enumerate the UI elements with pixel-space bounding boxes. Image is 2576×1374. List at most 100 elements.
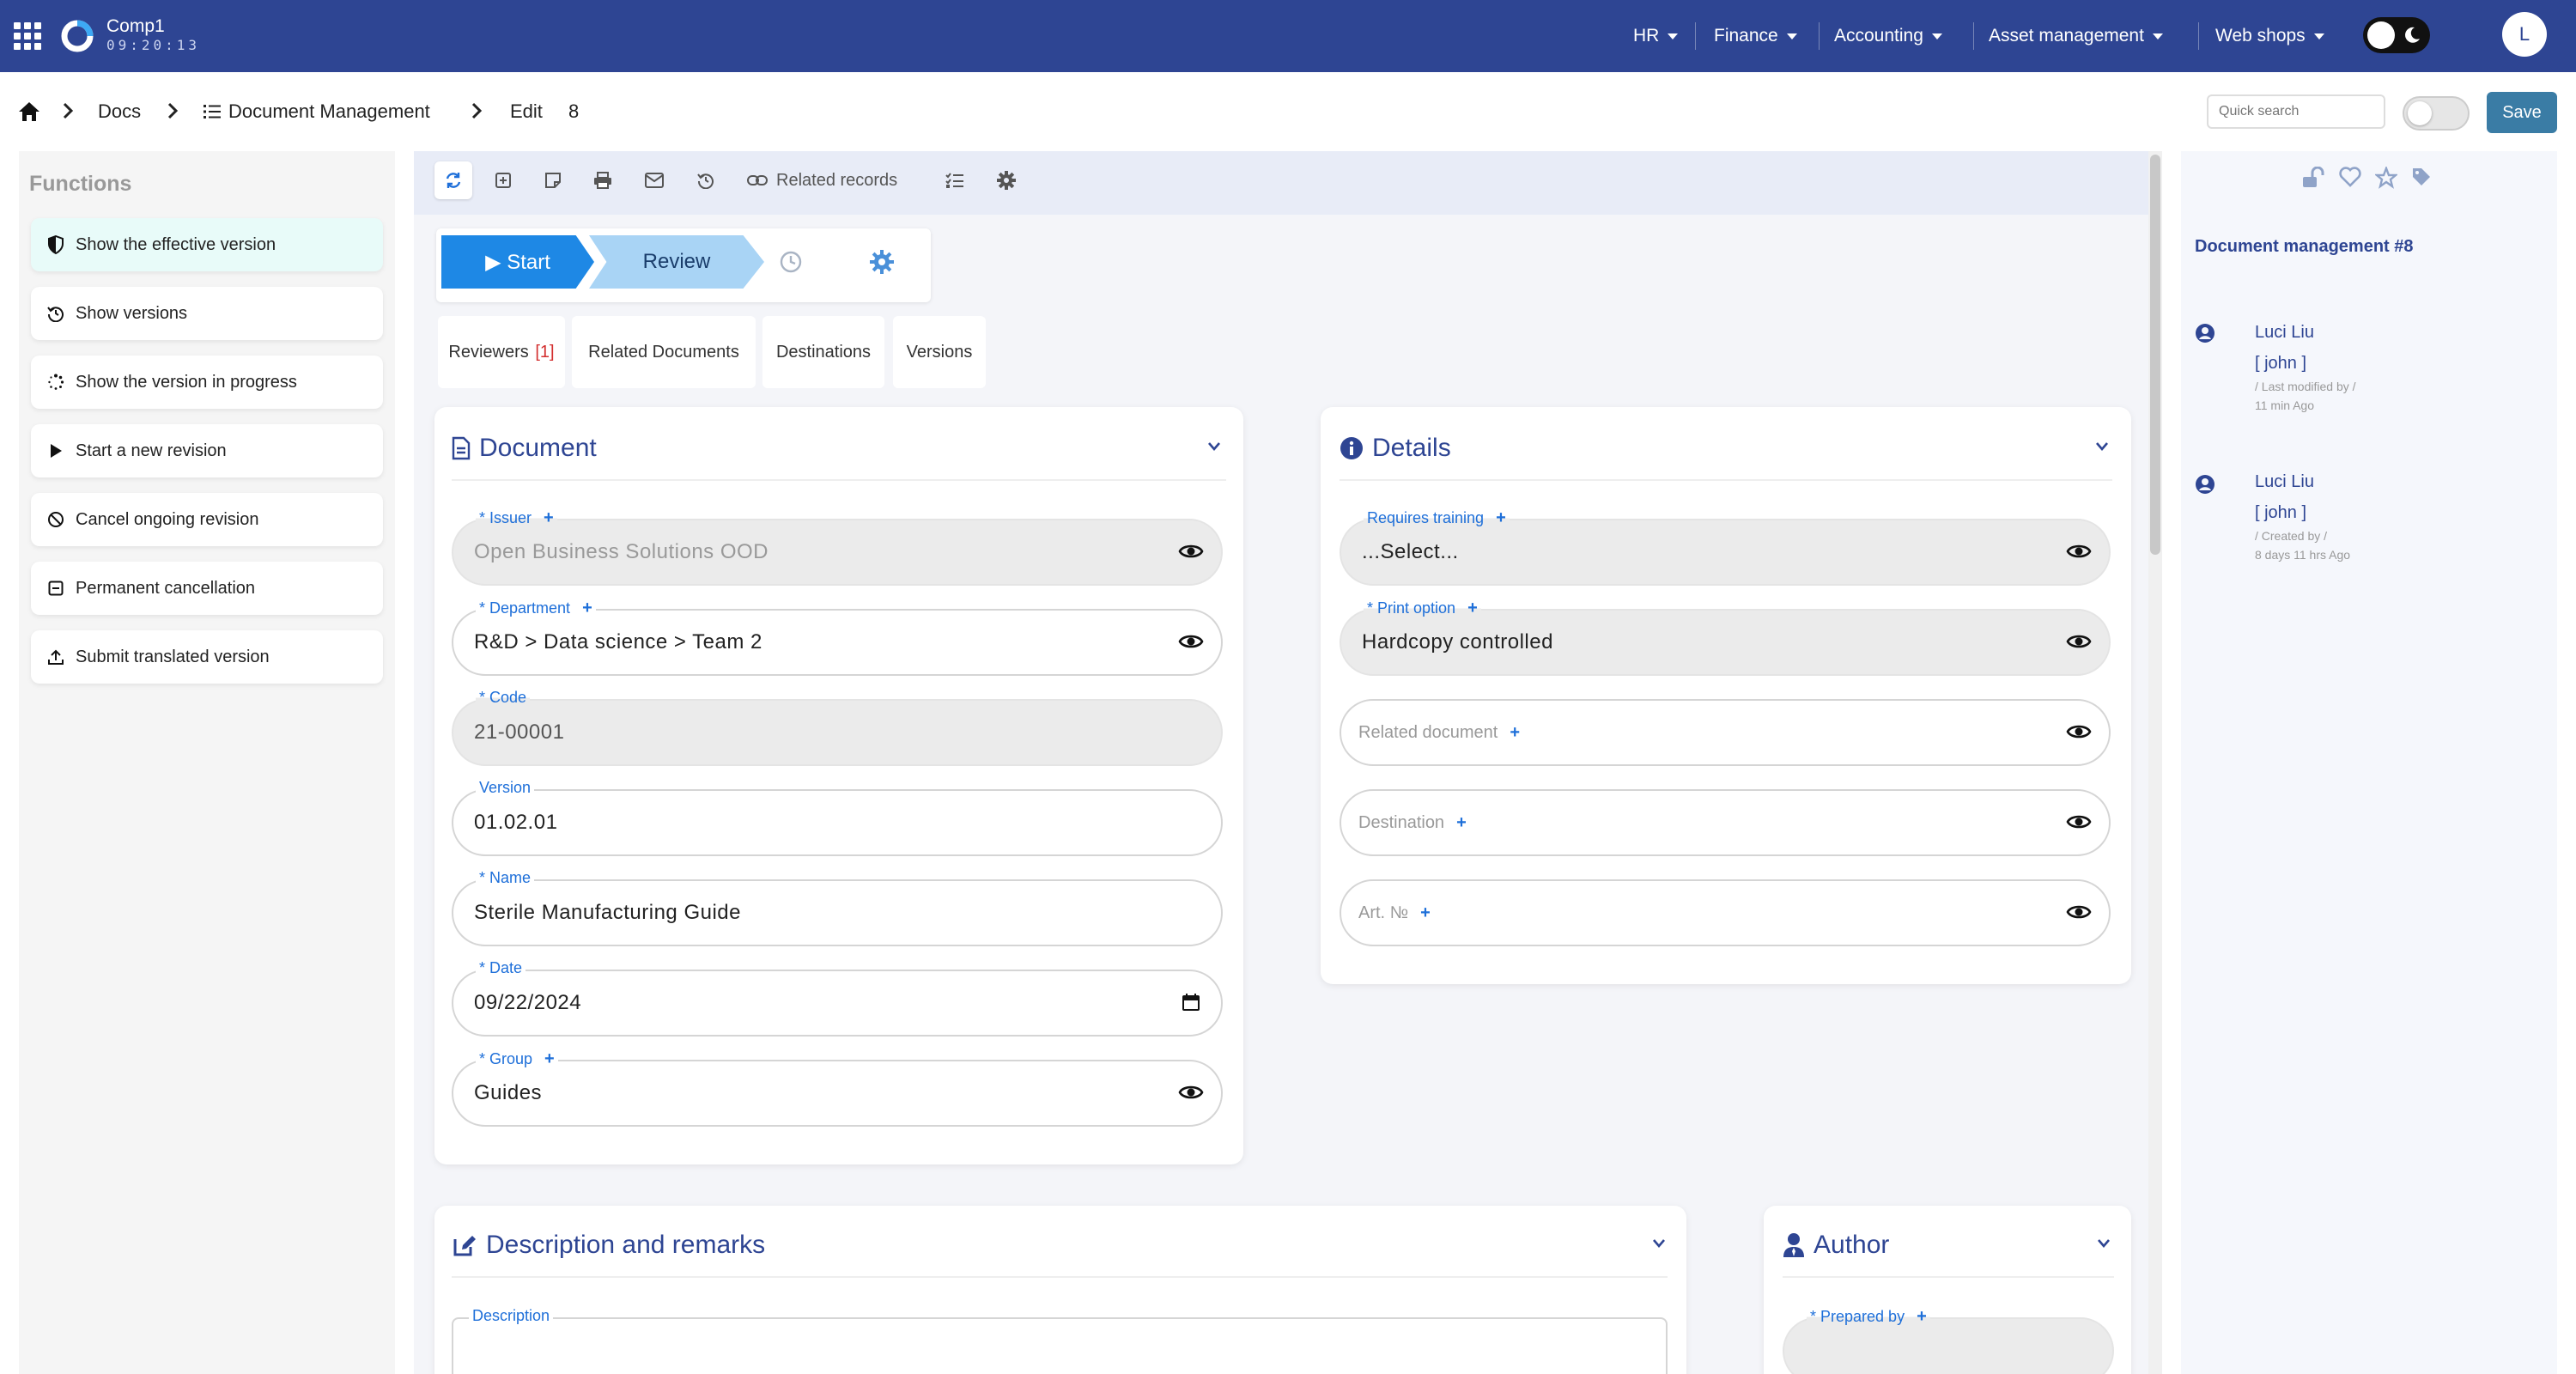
note-icon[interactable] xyxy=(534,161,572,199)
name-value: Sterile Manufacturing Guide xyxy=(474,901,741,924)
eye-icon[interactable] xyxy=(2066,903,2092,921)
quick-search-input[interactable] xyxy=(2207,94,2385,129)
activity-user[interactable]: Luci Liu xyxy=(2255,472,2314,492)
add-prepared-by-icon[interactable]: + xyxy=(1917,1307,1927,1327)
group-field[interactable]: * Group + Guides xyxy=(452,1049,1223,1127)
menu-label: Web shops xyxy=(2215,26,2306,46)
workflow-gear-icon[interactable] xyxy=(867,247,896,277)
activity-user[interactable]: Luci Liu xyxy=(2255,323,2314,343)
version-field[interactable]: Version 01.02.01 xyxy=(452,779,1223,856)
print-icon[interactable] xyxy=(584,161,622,199)
tab-reviewers[interactable]: Reviewers [1] xyxy=(438,316,565,388)
dark-mode-toggle[interactable] xyxy=(2363,17,2430,53)
chevron-right-icon xyxy=(471,102,483,119)
refresh-icon[interactable] xyxy=(434,161,472,199)
eye-icon[interactable] xyxy=(2066,632,2092,651)
submit-translated-version-button[interactable]: Submit translated version xyxy=(31,630,383,684)
activity-action: / Last modified by / xyxy=(2255,380,2356,393)
print-option-select[interactable]: * Print option + Hardcopy controlled xyxy=(1340,599,2111,676)
menu-hr[interactable]: HR xyxy=(1618,0,1693,72)
caret-down-icon xyxy=(1668,33,1679,40)
description-textarea[interactable]: Description xyxy=(452,1307,1668,1374)
related-document-field[interactable]: Related document + xyxy=(1340,699,2111,766)
add-related-document-icon[interactable]: + xyxy=(1510,723,1520,743)
heart-icon[interactable] xyxy=(2339,167,2361,187)
name-field[interactable]: * Name Sterile Manufacturing Guide xyxy=(452,869,1223,946)
date-value: 09/22/2024 xyxy=(474,991,582,1014)
workflow-step-start[interactable]: ▶ Start xyxy=(441,235,594,289)
workflow-step-review[interactable]: Review xyxy=(589,235,764,289)
permanent-cancellation-button[interactable]: Permanent cancellation xyxy=(31,562,383,615)
add-destination-icon[interactable]: + xyxy=(1456,813,1467,833)
tab-related-documents[interactable]: Related Documents xyxy=(572,316,756,388)
related-records-button[interactable]: Related records xyxy=(747,161,897,199)
tab-versions[interactable]: Versions xyxy=(893,316,986,388)
eye-icon[interactable] xyxy=(2066,812,2092,831)
eye-icon[interactable] xyxy=(1178,632,1204,651)
show-versions-button[interactable]: Show versions xyxy=(31,287,383,340)
menu-finance[interactable]: Finance xyxy=(1698,0,1813,72)
eye-icon[interactable] xyxy=(1178,1083,1204,1102)
prepared-by-label: * Prepared by + xyxy=(1807,1307,1930,1327)
art-no-field[interactable]: Art. № + xyxy=(1340,879,2111,946)
tag-icon[interactable] xyxy=(2411,167,2432,187)
calendar-icon[interactable] xyxy=(1182,993,1200,1012)
chevron-down-icon[interactable] xyxy=(1207,441,1221,452)
activity-handle[interactable]: [ john ] xyxy=(2255,503,2306,523)
breadcrumb-docs[interactable]: Docs xyxy=(98,72,141,151)
tab-destinations[interactable]: Destinations xyxy=(762,316,884,388)
issuer-field[interactable]: * Issuer + Open Business Solutions OOD xyxy=(452,508,1223,586)
menu-asset-management[interactable]: Asset management xyxy=(1973,0,2178,72)
details-card-title: Details xyxy=(1340,431,1451,465)
add-art-no-icon[interactable]: + xyxy=(1420,903,1431,923)
eye-icon[interactable] xyxy=(2066,542,2092,561)
breadcrumb-document-management[interactable]: Document Management xyxy=(203,72,430,151)
prepared-by-field[interactable]: * Prepared by + xyxy=(1783,1307,2114,1374)
show-effective-version-button[interactable]: Show the effective version xyxy=(31,218,383,271)
show-version-in-progress-button[interactable]: Show the version in progress xyxy=(31,356,383,409)
star-icon[interactable] xyxy=(2375,167,2397,189)
chevron-down-icon[interactable] xyxy=(2095,441,2109,452)
save-button[interactable]: Save xyxy=(2487,92,2557,133)
chevron-right-icon xyxy=(167,102,179,119)
add-training-icon[interactable]: + xyxy=(1496,508,1506,528)
add-record-icon[interactable] xyxy=(484,161,522,199)
menu-accounting[interactable]: Accounting xyxy=(1819,0,1958,72)
scrollbar-thumb[interactable] xyxy=(2150,155,2160,555)
eye-icon[interactable] xyxy=(1178,542,1204,561)
department-value: R&D > Data science > Team 2 xyxy=(474,630,762,654)
user-avatar[interactable]: L xyxy=(2502,12,2547,57)
clock-icon[interactable] xyxy=(776,247,805,277)
function-label: Permanent cancellation xyxy=(76,578,256,598)
activity-handle[interactable]: [ john ] xyxy=(2255,354,2306,374)
menu-label: Accounting xyxy=(1834,26,1923,46)
history-icon xyxy=(46,304,65,323)
apps-grid-icon[interactable] xyxy=(12,21,43,52)
menu-label: HR xyxy=(1633,26,1660,46)
email-icon[interactable] xyxy=(635,161,673,199)
eye-icon[interactable] xyxy=(2066,722,2092,741)
company-logo-icon[interactable] xyxy=(58,17,96,55)
date-field[interactable]: * Date 09/22/2024 xyxy=(452,959,1223,1037)
chevron-down-icon[interactable] xyxy=(2097,1238,2111,1249)
start-new-revision-button[interactable]: Start a new revision xyxy=(31,424,383,477)
unlock-icon[interactable] xyxy=(2301,167,2325,189)
history-icon[interactable] xyxy=(687,161,725,199)
menu-web-shops[interactable]: Web shops xyxy=(2200,0,2340,72)
department-field[interactable]: * Department + R&D > Data science > Team … xyxy=(452,599,1223,676)
version-value: 01.02.01 xyxy=(474,811,558,834)
add-group-icon[interactable]: + xyxy=(544,1049,555,1069)
cancel-ongoing-revision-button[interactable]: Cancel ongoing revision xyxy=(31,493,383,546)
checklist-icon[interactable] xyxy=(936,161,974,199)
destination-placeholder: Destination + xyxy=(1358,812,1467,833)
function-label: Show the effective version xyxy=(76,234,276,254)
user-circle-icon xyxy=(2196,324,2215,343)
code-field[interactable]: * Code 21-00001 xyxy=(452,689,1223,766)
requires-training-select[interactable]: Requires training + ...Select... xyxy=(1340,508,2111,586)
settings-gear-icon[interactable] xyxy=(987,161,1025,199)
home-icon[interactable] xyxy=(17,72,41,151)
destination-field[interactable]: Destination + xyxy=(1340,789,2111,856)
toggle-switch[interactable] xyxy=(2403,96,2470,131)
caret-down-icon xyxy=(2152,33,2163,40)
chevron-down-icon[interactable] xyxy=(1652,1238,1666,1249)
